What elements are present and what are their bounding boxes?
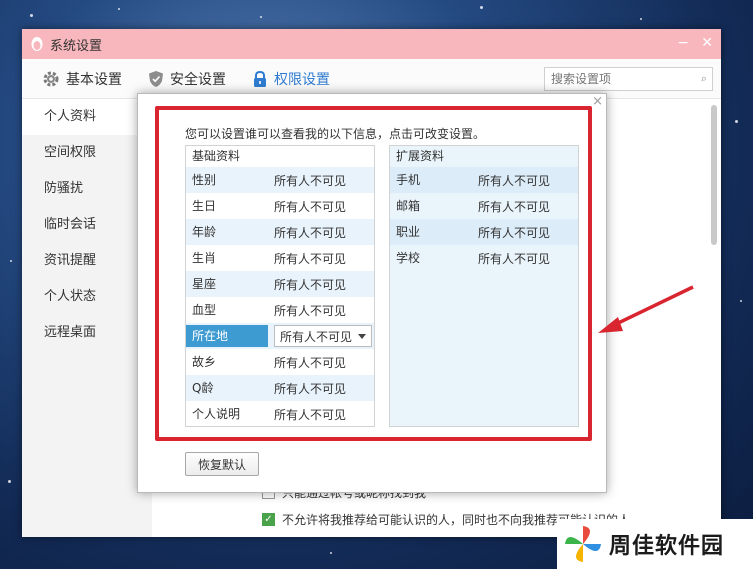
watermark-text: 周佳软件园 [609,534,725,559]
pinwheel-logo-icon [565,526,601,562]
annotation-arrow-icon [598,285,694,333]
watermark: 周佳软件园 [557,519,753,569]
